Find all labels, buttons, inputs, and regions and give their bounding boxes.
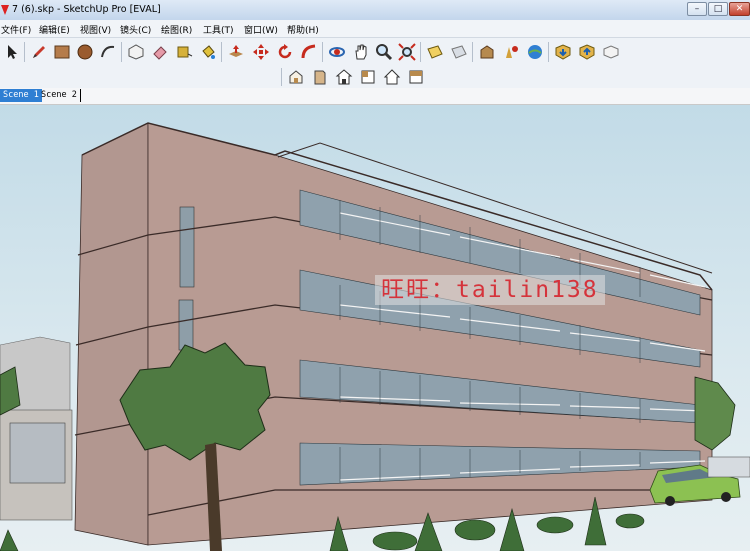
toolbar-separator: [420, 42, 421, 62]
top-view-icon[interactable]: [335, 68, 353, 86]
rectangle-icon[interactable]: [53, 43, 71, 61]
toolbar-separator: [121, 42, 122, 62]
menu-bar: 文件(F) 编辑(E) 视图(V) 镜头(C) 绘图(R) 工具(T) 窗口(W…: [0, 20, 750, 38]
title-bar: 7 (6).skp - SketchUp Pro [EVAL] – □ ✕: [0, 0, 750, 20]
make-component-icon[interactable]: [127, 43, 145, 61]
close-icon: ✕: [735, 4, 744, 14]
toolbar-separator: [548, 42, 549, 62]
watermark-text: 旺旺：tailin138: [375, 275, 605, 305]
iso-view-icon[interactable]: [287, 68, 305, 86]
section-display-icon[interactable]: [450, 43, 468, 61]
model-viewport[interactable]: 旺旺：tailin138: [0, 105, 750, 551]
toolbar-separator: [472, 42, 473, 62]
left-view-icon[interactable]: [407, 68, 425, 86]
rotate-icon[interactable]: [276, 43, 294, 61]
right-view-icon[interactable]: [359, 68, 377, 86]
share-component-icon[interactable]: [578, 43, 596, 61]
push-pull-icon[interactable]: [227, 43, 245, 61]
section-plane-icon[interactable]: [426, 43, 444, 61]
tree-right: [694, 376, 736, 451]
circle-icon[interactable]: [76, 43, 94, 61]
end-wall: [74, 122, 149, 546]
maximize-button[interactable]: □: [708, 2, 728, 16]
stair-window: [179, 206, 195, 288]
zoom-extents-icon[interactable]: [398, 43, 416, 61]
building-scene: [0, 122, 750, 551]
menu-draw[interactable]: 绘图(R): [161, 23, 192, 36]
select-icon[interactable]: [3, 43, 21, 61]
google-earth-icon[interactable]: [526, 43, 544, 61]
pencil-icon[interactable]: [30, 43, 48, 61]
stair-window: [178, 299, 194, 351]
toolbar-separator: [24, 42, 25, 62]
toolbar-separator: [281, 68, 282, 86]
menu-camera[interactable]: 镜头(C): [120, 23, 151, 36]
eraser-icon[interactable]: [151, 43, 169, 61]
tab-scene-2[interactable]: Scene 2: [38, 89, 81, 102]
scene-tabs: Scene 1 Scene 2: [0, 88, 750, 105]
menu-edit[interactable]: 编辑(E): [39, 23, 70, 36]
toolbar-separator: [322, 42, 323, 62]
toolbar-separator: [221, 42, 222, 62]
low-building-window: [9, 422, 66, 484]
maximize-icon: □: [713, 4, 723, 14]
3d-warehouse-icon[interactable]: [478, 43, 496, 61]
minimize-button[interactable]: –: [687, 2, 707, 16]
main-toolbar: [0, 38, 750, 66]
photo-textures-icon[interactable]: [602, 43, 620, 61]
front-view-icon[interactable]: [311, 68, 329, 86]
back-view-icon[interactable]: [383, 68, 401, 86]
views-toolbar: [0, 66, 750, 89]
tape-measure-icon[interactable]: [175, 43, 193, 61]
paint-bucket-icon[interactable]: [199, 43, 217, 61]
pan-icon[interactable]: [352, 43, 370, 61]
window-title: 7 (6).skp - SketchUp Pro [EVAL]: [12, 4, 161, 15]
close-button[interactable]: ✕: [729, 2, 750, 16]
follow-me-icon[interactable]: [300, 43, 318, 61]
get-models-icon[interactable]: [554, 43, 572, 61]
tab-scene-1[interactable]: Scene 1: [0, 89, 42, 102]
main-facade: [147, 122, 713, 546]
zoom-icon[interactable]: [375, 43, 393, 61]
parked-car: [707, 456, 750, 478]
menu-tools[interactable]: 工具(T): [203, 23, 234, 36]
share-model-icon[interactable]: [502, 43, 520, 61]
sketchup-logo-icon: [1, 5, 9, 15]
minimize-icon: –: [694, 4, 700, 14]
orbit-icon[interactable]: [328, 43, 346, 61]
arc-icon[interactable]: [99, 43, 117, 61]
menu-help[interactable]: 帮助(H): [287, 23, 319, 36]
menu-view[interactable]: 视图(V): [80, 23, 111, 36]
menu-window[interactable]: 窗口(W): [244, 23, 278, 36]
move-icon[interactable]: [252, 43, 270, 61]
menu-file[interactable]: 文件(F): [1, 23, 31, 36]
